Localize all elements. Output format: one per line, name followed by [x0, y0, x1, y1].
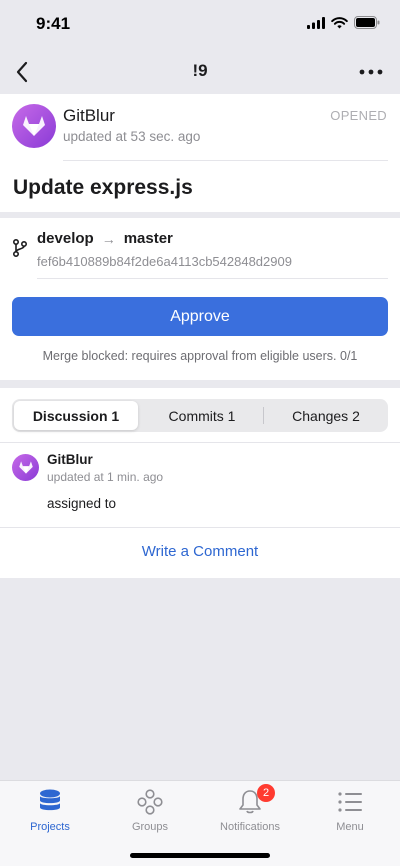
tab-groups[interactable]: Groups — [100, 787, 200, 839]
more-button[interactable] — [358, 60, 384, 84]
target-branch: master — [123, 230, 173, 247]
database-icon — [40, 789, 60, 811]
wifi-icon — [331, 16, 348, 28]
branch-icon — [12, 238, 28, 258]
gitlab-logo-icon — [23, 116, 45, 136]
divider — [0, 527, 400, 528]
tab-projects[interactable]: Projects — [0, 787, 100, 839]
tab-notifications-label: Notifications — [220, 821, 280, 833]
merge-request-header: GitBlur updated at 53 sec. ago OPENED Up… — [0, 94, 400, 212]
commit-sha: fef6b410889b84f2de6a4113cb542848d2909 — [37, 254, 292, 269]
signal-icon — [307, 16, 325, 29]
segmented-control: Discussion 1 Commits 1 Changes 2 — [12, 399, 388, 432]
page-title: !9 — [192, 61, 208, 80]
nav-bar: !9 — [0, 50, 400, 94]
arrow-right-icon: → — [101, 230, 116, 247]
author-name: GitBlur — [63, 106, 115, 125]
source-branch: develop — [37, 230, 94, 247]
merge-status-note: Merge blocked: requires approval from el… — [42, 349, 358, 363]
avatar[interactable] — [12, 104, 56, 148]
divider — [37, 278, 388, 279]
comment-author: GitBlur — [47, 452, 93, 467]
tab-commits[interactable]: Commits 1 — [140, 399, 264, 432]
tab-commits-label: Commits 1 — [168, 407, 236, 424]
menu-icon — [338, 792, 362, 812]
tab-menu[interactable]: Menu — [300, 787, 400, 839]
tab-projects-label: Projects — [30, 821, 70, 833]
merge-request-title: Update express.js — [13, 176, 193, 199]
updated-time: updated at 53 sec. ago — [63, 129, 201, 144]
groups-icon — [137, 789, 163, 815]
discussion-section: Discussion 1 Commits 1 Changes 2 GitBlur… — [0, 388, 400, 578]
divider — [0, 442, 400, 443]
notification-badge: 2 — [257, 784, 275, 802]
tab-menu-label: Menu — [336, 821, 364, 833]
divider — [63, 160, 388, 161]
tab-notifications[interactable]: 2 Notifications — [200, 784, 300, 839]
status-time: 9:41 — [36, 14, 71, 33]
tab-groups-label: Groups — [131, 821, 169, 833]
comment-avatar[interactable] — [12, 454, 39, 481]
branch-info: develop → master — [37, 230, 173, 247]
comment-time: updated at 1 min. ago — [47, 470, 164, 484]
more-icon — [359, 69, 383, 75]
write-comment-button[interactable]: Write a Comment — [0, 543, 400, 560]
tab-changes[interactable]: Changes 2 — [264, 399, 388, 432]
merge-request-details: develop → master fef6b410889b84f2de6a411… — [0, 218, 400, 380]
tab-discussion[interactable]: Discussion 1 — [14, 401, 138, 430]
battery-icon — [354, 16, 380, 29]
status-icons — [307, 16, 380, 29]
gitlab-logo-icon — [18, 461, 33, 474]
home-indicator — [130, 853, 270, 858]
status-badge: OPENED — [330, 108, 387, 123]
tab-bar: Projects Groups 2 Notifications Menu — [0, 780, 400, 866]
comment-body: assigned to — [47, 496, 117, 511]
status-bar: 9:41 — [0, 0, 400, 50]
approve-button[interactable]: Approve — [12, 297, 388, 336]
